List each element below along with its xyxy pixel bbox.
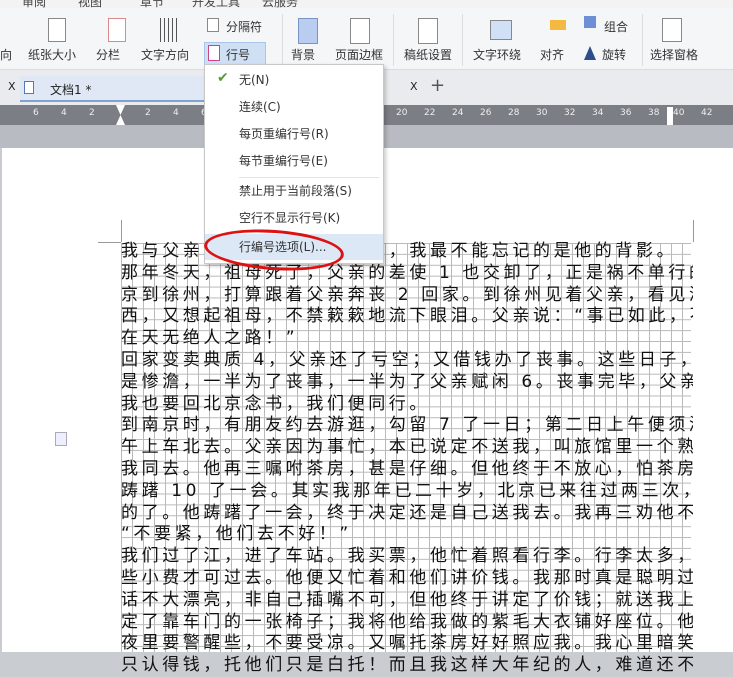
corner-mark — [98, 242, 121, 243]
tab-chapter[interactable]: 章节 — [140, 0, 164, 8]
ruler-tick: 2 — [145, 108, 151, 118]
document-body[interactable]: 我与父亲不相见已有二年余了，我最不能忘记的是他的背影。 那年冬天，祖母死了，父亲… — [121, 241, 693, 677]
ruler-tick: 28 — [508, 108, 520, 118]
ruler-tick: 36 — [620, 108, 632, 118]
ruler-tick: 42 — [701, 108, 713, 118]
text-line: 我们过了江，进了车站。我买票，他忙着照看行李。行李太多，得向脚夫 11 行 — [121, 546, 693, 567]
divider — [642, 14, 643, 66]
grid-paper-icon — [418, 18, 438, 44]
ruler-tick: 4 — [61, 108, 67, 118]
tab-cloud[interactable]: 云服务 — [262, 0, 298, 8]
line-numbers-dropdown: ✔ 无(N) 连续(C) 每页重编行号(R) 每节重编行号(E) 禁止用于当前段… — [204, 64, 384, 264]
rotate-icon — [584, 46, 596, 60]
selection-pane-icon — [662, 18, 682, 42]
divider — [462, 14, 463, 66]
text-wrap-button[interactable]: 文字环绕 — [473, 46, 521, 63]
breaks-icon — [207, 18, 219, 32]
menu-item-none[interactable]: 无(N) — [205, 67, 383, 93]
group-button[interactable]: 组合 — [604, 18, 628, 35]
menu-item-hide-blank-lines[interactable]: 空行不显示行号(K) — [205, 205, 383, 231]
text-line: 回家变卖典质 4，父亲还了亏空；又借钱办了丧事。这些日子，家中光景 5 很 — [121, 349, 693, 370]
orientation-button[interactable]: 向 — [0, 46, 12, 63]
ruler-tick: 20 — [396, 108, 408, 118]
columns-icon — [108, 18, 126, 42]
right-indent-marker[interactable] — [667, 107, 673, 125]
text-wrap-icon — [490, 20, 512, 40]
text-line: 西，又想起祖母，不禁簌簌地流下眼泪。父亲说：“事已如此，不必难过，好 — [121, 306, 693, 327]
ruler-tick: 38 — [648, 108, 660, 118]
paper-size-icon — [48, 18, 66, 42]
rotate-button[interactable]: 旋转 — [602, 46, 626, 63]
text-line: 那年冬天，祖母死了，父亲的差使 1 也交卸了，正是祸不单行的日子。我从北 — [121, 262, 693, 283]
text-line: 我同去。他再三嘱咐茶房，甚是仔细。但他终于不放心，怕茶房不妥帖 9；颇 — [121, 458, 693, 479]
corner-mark — [693, 220, 694, 242]
text-line: 午上车北去。父亲因为事忙，本已说定不送我，叫旅馆里一个熟识的茶房 8 陪 — [121, 437, 693, 458]
menu-item-restart-each-page[interactable]: 每页重编行号(R) — [205, 121, 383, 147]
text-line: 定了靠车门的一张椅子；我将他给我做的紫毛大衣铺好座位。他嘱我路上小心， — [121, 611, 693, 632]
text-line: 是惨澹，一半为了丧事，一半为了父亲赋闲 6。丧事完毕，父亲要到南京谋事， — [121, 371, 693, 392]
ruler-tick: 32 — [564, 108, 576, 118]
menu-bar: 审阅 视图 章节 开发工具 云服务 — [0, 0, 733, 8]
ruler-tick: 4 — [173, 108, 179, 118]
menu-item-restart-each-section[interactable]: 每节重编行号(E) — [205, 148, 383, 174]
text-line: 只认得钱，托他们只是白托！而且我这样大年纪的人，难道还不能料理自己么？ — [121, 655, 693, 676]
word-doc-icon — [24, 81, 34, 94]
text-line: 京到徐州，打算跟着父亲奔丧 2 回家。到徐州见着父亲，看见满院狼籍 3 的东 — [121, 284, 693, 305]
grid-paper-button[interactable]: 稿纸设置 — [404, 46, 452, 63]
paragraph-marker-icon[interactable] — [55, 432, 67, 446]
columns-button[interactable]: 分栏 — [96, 46, 120, 63]
background-icon — [298, 18, 318, 44]
group-icon — [584, 16, 596, 28]
text-line: 在天无绝人之路！” — [121, 328, 299, 349]
text-line: 的了。他踌躇了一会，终于决定还是自己送我去。我再三劝他不必去；他只说： — [121, 502, 693, 523]
text-line: 话不大漂亮，非自己插嘴不可，但他终于讲定了价钱；就送我上车。他给我拣 — [121, 589, 693, 610]
align-button[interactable]: 对齐 — [540, 46, 564, 63]
tab-label: 文档1 * — [50, 83, 92, 97]
page-border-icon — [350, 18, 370, 44]
ruler-tick: 2 — [89, 108, 95, 118]
corner-mark — [121, 220, 122, 242]
tab-view[interactable]: 视图 — [78, 0, 102, 8]
ribbon: 向 纸张大小 分栏 文字方向 分隔符 行号 背景 页面边框 稿纸设置 文字环绕 … — [0, 8, 733, 70]
breaks-button[interactable]: 分隔符 — [226, 18, 262, 35]
tab-developer[interactable]: 开发工具 — [192, 0, 240, 8]
ruler-tick: 40 — [673, 108, 685, 118]
text-line: 我也要回北京念书，我们便同行。 — [121, 393, 430, 414]
ruler-tick: 6 — [33, 108, 39, 118]
ruler-tick: 26 — [480, 108, 492, 118]
text-direction-button[interactable]: 文字方向 — [141, 46, 189, 63]
new-tab-button[interactable]: + — [430, 75, 445, 96]
background-button[interactable]: 背景 — [291, 46, 315, 63]
divider — [393, 14, 394, 66]
menu-item-suppress-paragraph[interactable]: 禁止用于当前段落(S) — [205, 178, 383, 204]
ruler-tick: 34 — [592, 108, 604, 118]
text-line: 些小费才可过去。他便又忙着和他们讲价钱。我那时真是聪明过分，总觉他说 — [121, 567, 693, 588]
tab-review[interactable]: 审阅 — [22, 0, 46, 8]
paper-size-button[interactable]: 纸张大小 — [28, 46, 76, 63]
text-line: 到南京时，有朋友约去游逛，勾留 7 了一日；第二日上午便须渡江到浦口，下 — [121, 415, 693, 436]
text-line: 踌躇 10 了一会。其实我那年已二十岁，北京已来往过两三次，是没有什么要紧 — [121, 480, 693, 501]
line-numbers-icon — [208, 45, 220, 61]
line-numbers-button[interactable]: 行号 — [226, 46, 250, 63]
ruler-tick: 30 — [536, 108, 548, 118]
menu-item-continuous[interactable]: 连续(C) — [205, 94, 383, 120]
ruler-tick: 24 — [452, 108, 464, 118]
menu-item-line-numbering-options[interactable]: 行编号选项(L)... — [205, 234, 383, 260]
align-icon — [550, 20, 566, 30]
page-border-button[interactable]: 页面边框 — [335, 46, 383, 63]
close-tab-icon[interactable]: X — [410, 80, 418, 93]
divider — [282, 14, 283, 66]
ruler-tick: 22 — [424, 108, 436, 118]
close-tab-icon[interactable]: X — [8, 80, 16, 93]
text-line: “不要紧，他们去不好！” — [121, 524, 352, 545]
text-direction-icon — [160, 18, 180, 42]
indent-marker[interactable] — [116, 105, 125, 125]
selection-pane-button[interactable]: 选择窗格 — [650, 46, 698, 63]
